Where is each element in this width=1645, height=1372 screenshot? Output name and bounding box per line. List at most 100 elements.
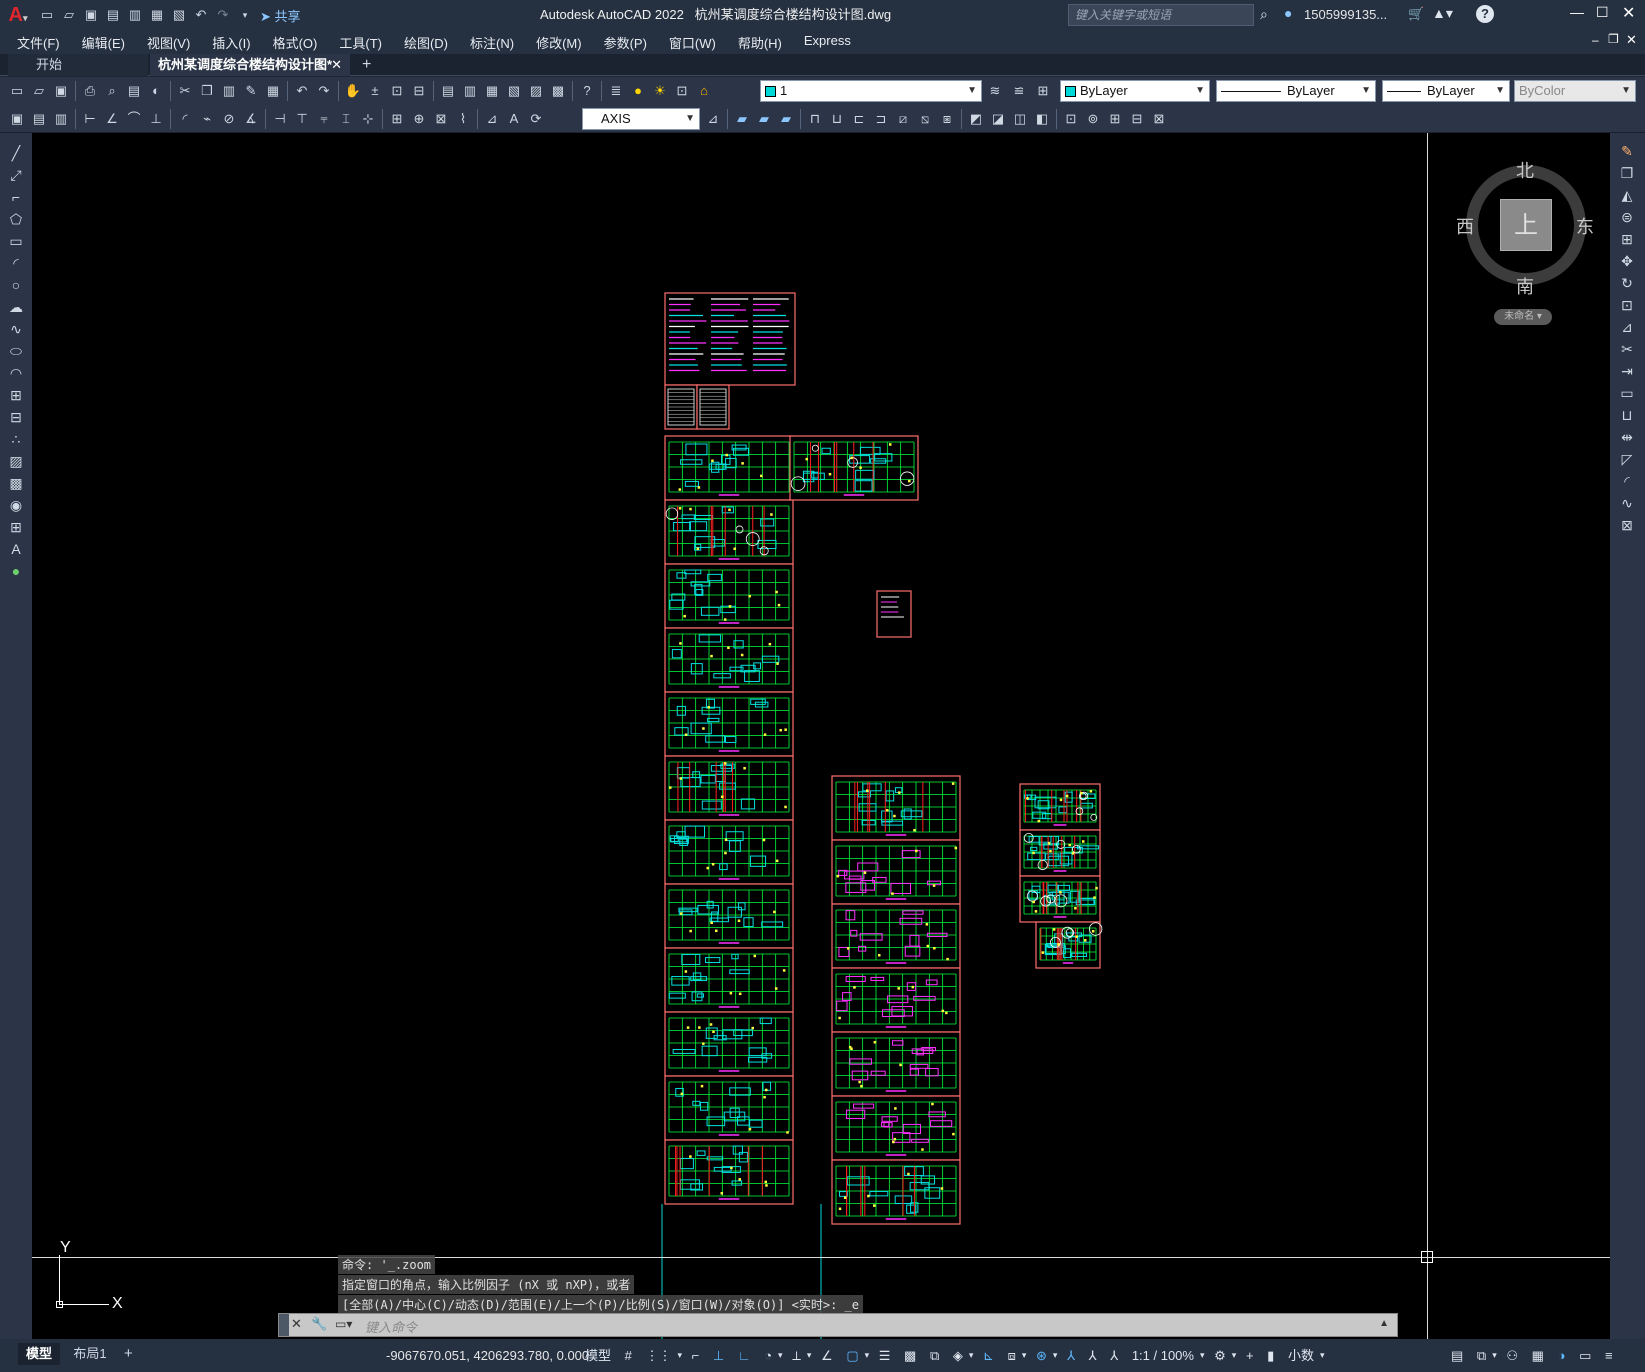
properties-icon[interactable]: ▤ [438,81,458,101]
isolate-objects-icon[interactable]: ⚇ [1501,1339,1523,1372]
add-layout-button[interactable]: + [124,1343,133,1365]
quick-dim-icon[interactable]: ⊣ [270,109,290,129]
gradient-icon[interactable]: ▩ [3,473,29,493]
jogged-linear-icon[interactable]: ⌇ [453,109,473,129]
chamfer-icon[interactable]: ◸ [1614,449,1640,469]
3d-rotate-icon[interactable]: ⊚ [1083,109,1103,129]
viewcube-south-label[interactable]: 南 [1516,273,1534,299]
tab-start[interactable]: 开始 [8,54,148,76]
construction-line-icon[interactable]: ⤢ [3,165,29,185]
workspace-switch-icon[interactable]: ⚙ [1209,1339,1231,1372]
dynamic-ucs-icon[interactable]: ⊾ [978,1339,999,1372]
freeze-icon[interactable]: ⊡ [672,81,692,101]
3d-dwf-icon[interactable]: ◐ [146,81,166,101]
insert-block-icon[interactable]: ⊞ [3,385,29,405]
region-icon[interactable]: ◉ [3,495,29,515]
customize-status-icon[interactable]: ≡ [1600,1339,1618,1372]
transparency-icon[interactable]: ▩ [899,1339,921,1372]
graphics-performance-icon[interactable]: ▦ [1527,1339,1549,1372]
viewcube[interactable]: 上 北 南 西 东 未命名 ▾ [1456,149,1596,329]
menu-item[interactable]: 帮助(H) [727,33,793,52]
new-tab-button[interactable]: + [362,54,371,76]
save-icon[interactable]: ▣ [81,5,101,25]
undo-icon[interactable]: ↶ [191,5,211,25]
autodesk-a360-icon[interactable]: ▲▾ [1432,5,1453,22]
menu-item[interactable]: 窗口(W) [658,33,727,52]
minimize-button[interactable]: — [1570,4,1584,20]
workspace-menu-icon[interactable]: ▾ [1231,1339,1238,1372]
polygon-icon[interactable]: ⬠ [3,209,29,229]
search-input[interactable]: 键入关键字或短语 [1069,8,1171,22]
linetype-dropdown[interactable]: ByLayer ▼ [1216,80,1376,102]
continue-dim-icon[interactable]: ⫧ [314,109,334,129]
3d-wedge-icon[interactable]: ▰ [754,109,774,129]
menu-item[interactable]: 文件(F) [6,33,71,52]
undo-toolbar-icon[interactable]: ↶ [292,81,312,101]
linear-dim-icon[interactable]: ⊢ [80,109,100,129]
dim-update-icon[interactable]: ⟳ [526,109,546,129]
coordinates-display[interactable]: -9067670.051, 4206293.780, 0.000 [386,1339,589,1372]
trim-icon[interactable]: ✂ [1614,339,1640,359]
sweep-icon[interactable]: ⊏ [849,109,869,129]
thicken-icon[interactable]: ⧆ [937,109,957,129]
plot-toolbar-icon[interactable]: ⎙ [80,81,100,101]
table-icon[interactable]: ⊞ [3,517,29,537]
open-file-icon[interactable]: ▱ [59,5,79,25]
3d-scale-icon[interactable]: ⊞ [1105,109,1125,129]
paste-icon[interactable]: ▥ [219,81,239,101]
object-snap-tracking-icon[interactable]: ∠ [816,1339,838,1372]
annotation-scale-icon[interactable]: ⅄ [1105,1339,1123,1372]
plotstyle-dropdown[interactable]: ByColor ▼ [1514,80,1636,102]
ordinate-dim-icon[interactable]: ⊥ [146,109,166,129]
auto-scale-icon[interactable]: ⅄ [1084,1339,1102,1372]
gizmo-icon[interactable]: ⊛ [1031,1339,1052,1372]
dim-break-icon[interactable]: ⊹ [358,109,378,129]
user-icon[interactable]: ● [1284,5,1292,21]
redo-icon[interactable]: ↷ [213,5,233,25]
isodraft-icon[interactable]: ⟂ [787,1339,806,1372]
menu-item[interactable]: 参数(P) [593,33,658,52]
workspace-icon[interactable]: ▣ [7,109,27,129]
doc-close-button[interactable]: ✕ [1626,32,1637,48]
annotation-monitor-icon[interactable]: + [1241,1339,1259,1372]
viewcube-west-label[interactable]: 西 [1456,213,1474,239]
dynamic-input-icon[interactable]: ⊥ [708,1339,729,1372]
menu-item[interactable]: 绘图(D) [393,33,459,52]
extend-icon[interactable]: ⇥ [1614,361,1640,381]
new-icon[interactable]: ▭ [7,81,27,101]
layer-dropdown[interactable]: 1 ▼ [760,80,982,102]
viewcube-east-label[interactable]: 东 [1576,213,1594,239]
3d-union-icon[interactable]: ▰ [776,109,796,129]
viewcube-north-label[interactable]: 北 [1516,157,1534,183]
shell-icon[interactable]: ◩ [966,109,986,129]
aligned-dim-icon[interactable]: ∠ [102,109,122,129]
polyline-icon[interactable]: ⌐ [3,187,29,207]
autocad-logo-icon[interactable]: A▾ [0,0,36,30]
extrude-icon[interactable]: ⊓ [805,109,825,129]
blend-curves-icon[interactable]: ∿ [1614,493,1640,513]
selection-filter-menu-icon[interactable]: ▾ [1021,1339,1028,1372]
selection-filter-icon[interactable]: ⧈ [1003,1339,1021,1372]
infer-constraints-icon[interactable]: ⌐ [687,1339,705,1372]
gizmo-menu-icon[interactable]: ▾ [1052,1339,1059,1372]
publish-icon[interactable]: ▦ [147,5,167,25]
jogged-dim-icon[interactable]: ⌁ [197,109,217,129]
layer-previous-icon[interactable]: ≌ [1009,81,1029,101]
search-icon[interactable]: ⌕ [1260,6,1268,23]
point-icon[interactable]: ∴ [3,429,29,449]
dimstyle-icon[interactable]: ⊿ [703,109,723,129]
units-value[interactable]: 小数 [1283,1339,1319,1372]
close-button[interactable]: ✕ [1622,3,1635,23]
radius-dim-icon[interactable]: ◜ [175,109,195,129]
multiline-text-icon[interactable]: A [3,539,29,559]
zoom-realtime-icon[interactable]: ± [365,81,385,101]
copy-icon[interactable]: ❐ [197,81,217,101]
plot-preview-icon[interactable]: ⌕ [102,81,122,101]
menu-item[interactable]: 格式(O) [262,33,329,52]
redo-toolbar-icon[interactable]: ↷ [314,81,334,101]
command-recent-icon[interactable]: ▭▾ [335,1317,352,1331]
object-snap-icon[interactable]: ▢ [841,1339,863,1372]
erase-icon[interactable]: ✎ [1614,141,1640,161]
plot-icon[interactable]: ▧ [169,5,189,25]
fillet-edge-icon[interactable]: ◪ [988,109,1008,129]
